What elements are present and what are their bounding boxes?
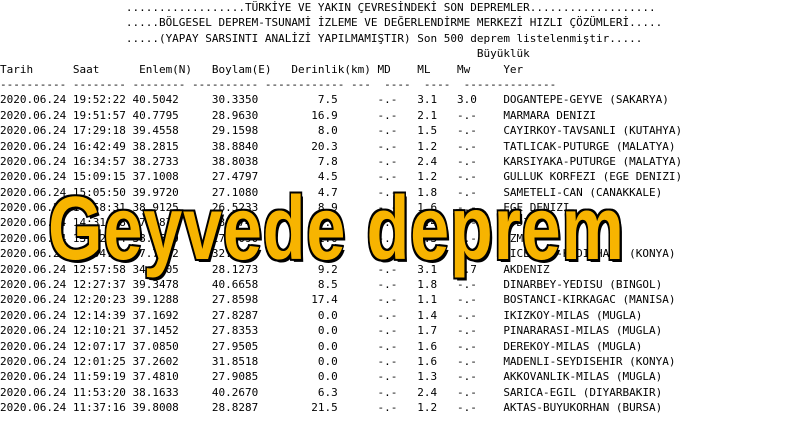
table-row: 2020.06.24 17:29:18 39.4558 29.1598 8.0 … <box>0 124 683 138</box>
table-row: 2020.06.24 12:20:23 39.1288 27.8598 17.4… <box>0 293 676 307</box>
header-agency-line: .....BÖLGESEL DEPREM-TSUNAMİ İZLEME VE D… <box>0 16 663 30</box>
table-row: 2020.06.24 12:14:39 37.1692 27.8287 0.0 … <box>0 308 643 322</box>
table-row: 2020.06.24 11:59:19 37.4810 27.9085 0.0 … <box>0 370 663 384</box>
column-headers: Tarih Saat Enlem(N) Boylam(E) Derinlik(k… <box>0 62 524 76</box>
column-separator: ---------- -------- -------- ---------- … <box>0 77 557 91</box>
header-note-line: .....(YAPAY SARSINTI ANALİZİ YAPILMAMIŞT… <box>0 31 643 45</box>
table-row: 2020.06.24 19:51:57 40.7795 28.9630 16.9… <box>0 108 597 122</box>
table-row: 2020.06.24 12:27:37 39.3478 40.6658 8.5 … <box>0 278 663 292</box>
table-row: 2020.06.24 12:07:17 37.0850 27.9505 0.0 … <box>0 339 643 353</box>
overlay-title: Geyvede deprem <box>47 179 625 279</box>
table-row: 2020.06.24 12:01:25 37.2602 31.8518 0.0 … <box>0 354 676 368</box>
magnitude-label: Büyüklük <box>0 47 530 61</box>
table-row: 2020.06.24 19:52:22 40.5042 30.3350 7.5 … <box>0 93 669 107</box>
table-row: 2020.06.24 12:10:21 37.1452 27.8353 0.0 … <box>0 324 663 338</box>
table-row: 2020.06.24 11:53:20 38.1633 40.2670 6.3 … <box>0 385 663 399</box>
header-title-line: ..................TÜRKİYE VE YAKIN ÇEVRE… <box>0 1 656 14</box>
table-row: 2020.06.24 16:34:57 38.2733 38.8038 7.8 … <box>0 154 683 168</box>
table-row: 2020.06.24 16:42:49 38.2815 38.8840 20.3… <box>0 139 676 153</box>
table-row: 2020.06.24 11:37:16 39.8008 28.8287 21.5… <box>0 401 663 415</box>
